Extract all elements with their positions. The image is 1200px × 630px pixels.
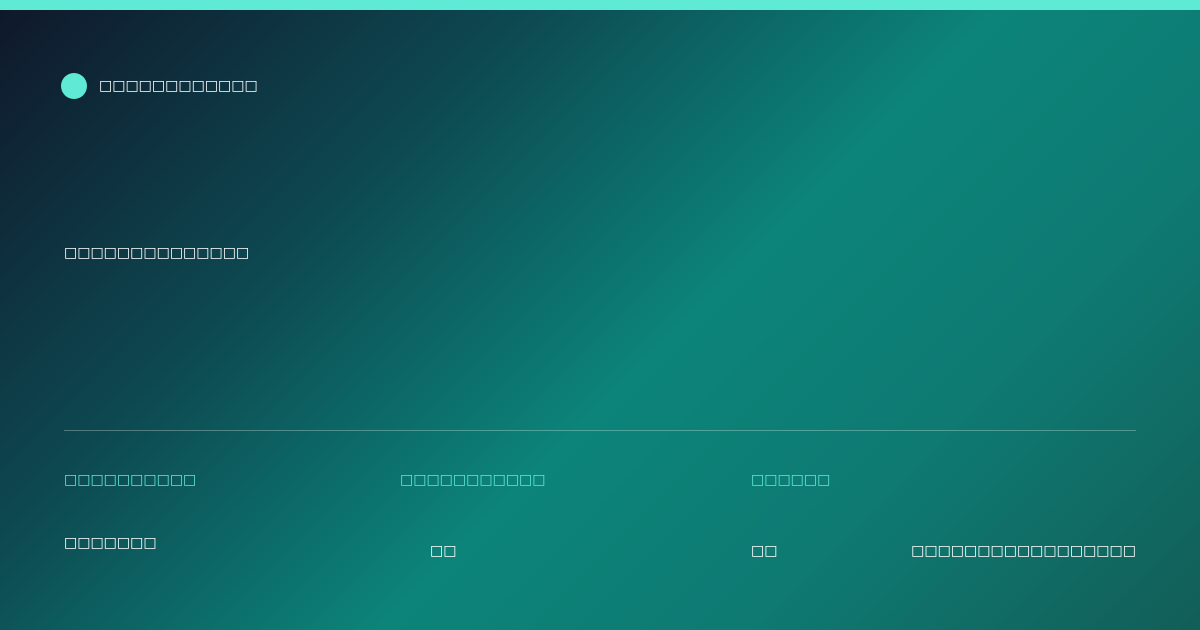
accent-dot-icon: [61, 73, 87, 99]
divider: [64, 430, 1136, 431]
info-value-1: □□□□□□□: [64, 535, 157, 551]
brand-name: □□□□□□□□□□□□: [99, 78, 258, 94]
top-accent-bar: [0, 0, 1200, 10]
info-value-3: □□: [751, 543, 778, 559]
brand: □□□□□□□□□□□□: [61, 73, 258, 99]
info-label-2: □□□□□□□□□□□: [400, 472, 546, 488]
info-value-4: □□□□□□□□□□□□□□□□□: [911, 543, 1136, 559]
info-label-1: □□□□□□□□□□: [64, 472, 197, 488]
info-value-2: □□: [430, 543, 457, 559]
info-label-3: □□□□□□: [751, 472, 831, 488]
headline: □□□□□□□□□□□□□□: [64, 245, 250, 261]
